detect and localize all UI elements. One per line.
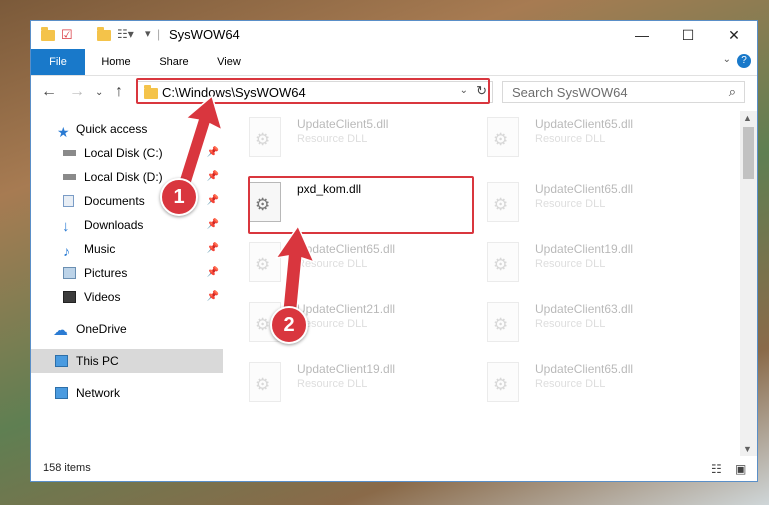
arrow-two xyxy=(274,224,316,321)
callout-badge-two: 2 xyxy=(270,306,308,344)
callout-badge-one: 1 xyxy=(160,178,198,216)
callout-arrows xyxy=(175,94,316,321)
